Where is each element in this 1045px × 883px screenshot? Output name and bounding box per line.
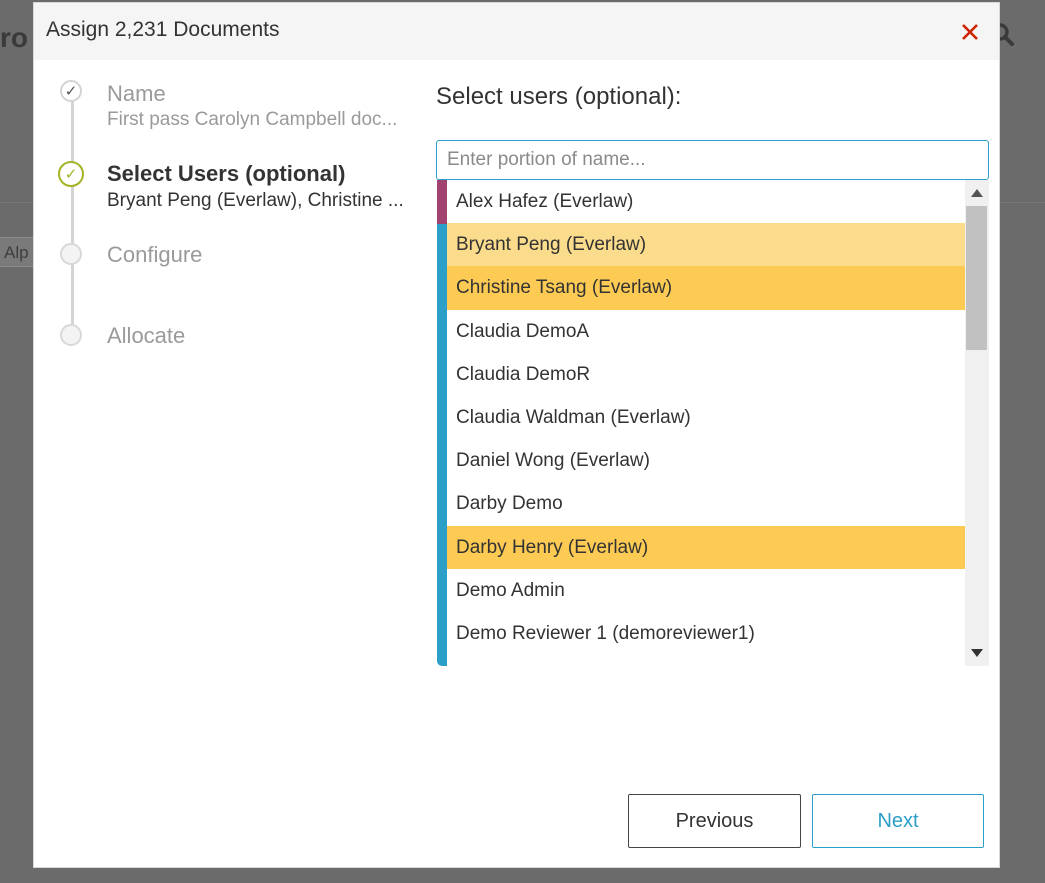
step-subtitle: First pass Carolyn Campbell doc... (107, 109, 398, 130)
user-list-item[interactable]: Demo Reviewer 1 (demoreviewer1) (447, 612, 965, 655)
check-icon: ✓ (58, 161, 84, 187)
user-list-item[interactable]: Darby Demo (447, 482, 965, 525)
stepper-line (71, 96, 74, 336)
scroll-down-arrow-icon[interactable] (965, 642, 989, 664)
user-list-item[interactable]: Daniel Wong (Everlaw) (447, 439, 965, 482)
check-icon: ✓ (60, 80, 82, 102)
step-title: Name (107, 81, 166, 106)
user-list-item[interactable]: Bryant Peng (Everlaw) (447, 223, 965, 267)
previous-button[interactable]: Previous (628, 794, 801, 848)
dialog-header: Assign 2,231 Documents (34, 3, 999, 60)
select-users-heading: Select users (optional): (436, 83, 682, 110)
close-icon[interactable] (957, 19, 983, 45)
background-page-title: ro (0, 22, 28, 53)
step-title: Configure (107, 242, 203, 267)
list-marker-bar (437, 180, 447, 666)
user-list-box: Alex Hafez (Everlaw) Bryant Peng (Everla… (437, 180, 989, 666)
user-list-item[interactable]: Darby Henry (Everlaw) (447, 525, 965, 569)
assign-documents-dialog: Assign 2,231 Documents ✓ Name First pass… (33, 2, 1000, 868)
step-circle-icon (60, 324, 82, 346)
step-circle-icon (60, 243, 82, 265)
user-list-item[interactable]: Alex Hafez (Everlaw) (447, 180, 965, 223)
dialog-title: Assign 2,231 Documents (46, 18, 280, 41)
list-scrollbar[interactable] (965, 180, 989, 666)
list-marker-first (437, 180, 447, 224)
step-title: Select Users (optional) (107, 161, 346, 186)
user-list-item[interactable]: Christine Tsang (Everlaw) (447, 266, 965, 310)
user-search-input[interactable] (436, 140, 989, 180)
step-subtitle: Bryant Peng (Everlaw), Christine ... (107, 190, 404, 211)
scrollbar-thumb[interactable] (966, 206, 987, 350)
user-list-item[interactable]: Claudia DemoA (447, 310, 965, 353)
user-list-item[interactable]: Demo Admin (447, 569, 965, 612)
user-list-item[interactable]: Claudia DemoR (447, 353, 965, 396)
wizard-stepper: ✓ Name First pass Carolyn Campbell doc..… (34, 60, 434, 380)
step-title: Allocate (107, 323, 186, 348)
next-button[interactable]: Next (812, 794, 984, 848)
user-list: Alex Hafez (Everlaw) Bryant Peng (Everla… (447, 180, 965, 655)
user-list-item[interactable]: Claudia Waldman (Everlaw) (447, 396, 965, 439)
scroll-up-arrow-icon[interactable] (965, 182, 989, 204)
background-chip: Alp (0, 237, 34, 267)
